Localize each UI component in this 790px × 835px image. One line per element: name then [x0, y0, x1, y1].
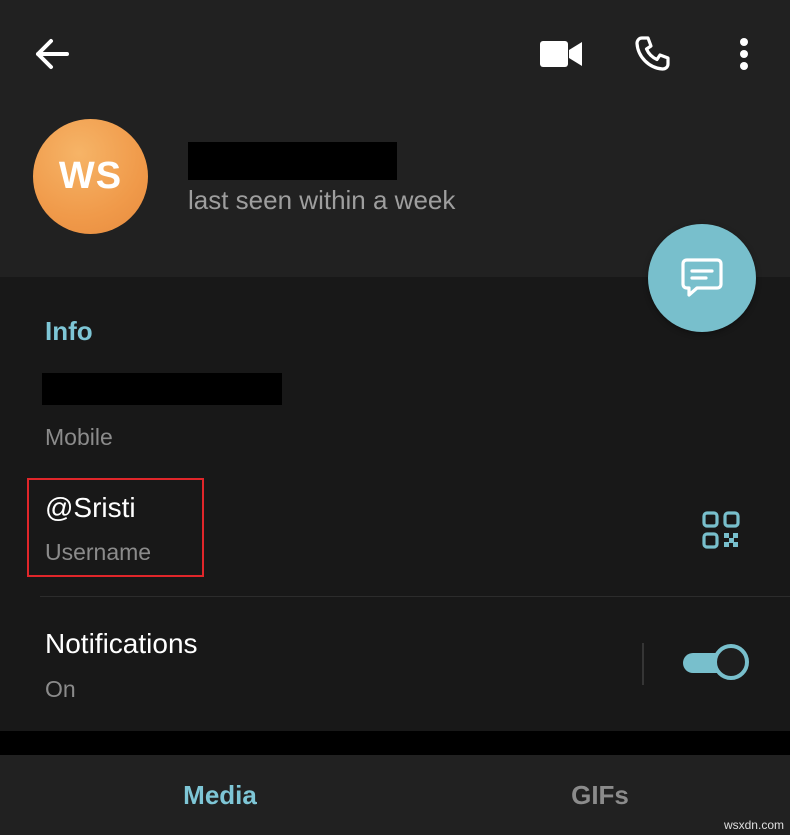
tab-gifs[interactable]: GIFs [500, 755, 700, 835]
info-section-title: Info [45, 316, 93, 346]
phone-label: Mobile [45, 424, 113, 450]
video-camera-icon[interactable] [536, 34, 586, 74]
info-section: Info Mobile @Sristi Username Notificatio… [0, 277, 790, 731]
divider [40, 596, 790, 597]
phone-icon[interactable] [628, 30, 676, 78]
avatar-initials: WS [58, 155, 123, 197]
notifications-title[interactable]: Notifications [45, 628, 198, 660]
last-seen-status: last seen within a week [188, 185, 456, 215]
watermark: wsxdn.com [723, 818, 784, 832]
username-label: Username [45, 539, 152, 565]
phone-number-redacted[interactable] [42, 373, 282, 405]
toggle-knob [713, 644, 749, 680]
username-value[interactable]: @Sristi [45, 492, 136, 524]
tab-media[interactable]: Media [120, 755, 320, 835]
vertical-divider [642, 643, 644, 685]
qr-code-icon[interactable] [699, 508, 743, 552]
more-vertical-icon[interactable] [728, 34, 760, 74]
notifications-status: On [45, 676, 76, 702]
section-gap [0, 731, 790, 755]
media-tabs: Media GIFs [0, 755, 790, 835]
avatar[interactable]: WS [33, 119, 148, 234]
notifications-toggle[interactable] [683, 644, 749, 682]
message-icon [681, 258, 723, 297]
message-fab-button[interactable] [648, 224, 756, 332]
back-arrow-icon[interactable] [28, 32, 76, 76]
contact-name-redacted [188, 142, 397, 180]
